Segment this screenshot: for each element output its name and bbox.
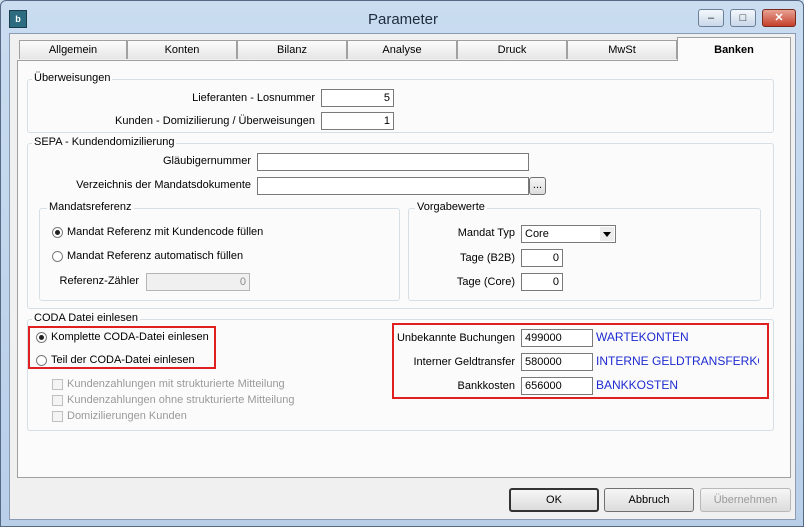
glaeubigernummer-label: Gläubigernummer (162, 155, 251, 167)
uebernehmen-button[interactable]: Übernehmen (700, 488, 791, 512)
checkbox-domizilierungen-label: Domizilierungen Kunden (67, 410, 187, 422)
tage-b2b-input[interactable]: 0 (521, 249, 563, 267)
referenz-zaehler-label: Referenz-Zähler (59, 275, 139, 287)
checkbox-unstrukturiert[interactable] (52, 395, 63, 406)
tage-b2b-label: Tage (B2B) (459, 252, 515, 264)
coda-account-input[interactable]: 499000 (521, 329, 593, 347)
domizilierung-input[interactable]: 1 (321, 112, 394, 130)
coda-account-name: INTERNE GELDTRANSFERKONT (596, 354, 759, 368)
coda-row-label: Bankkosten (457, 380, 515, 392)
coda-row-label: Unbekannte Buchungen (396, 332, 515, 344)
tage-core-label: Tage (Core) (456, 276, 515, 288)
title-bar[interactable]: b Parameter – □ ✕ (1, 1, 803, 35)
coda-account-input[interactable]: 580000 (521, 353, 593, 371)
tab-druck[interactable]: Druck (457, 40, 567, 59)
domizilierung-label: Kunden - Domizilierung / Überweisungen (115, 115, 315, 127)
close-button[interactable]: ✕ (762, 9, 796, 27)
radio-mandat-automatisch[interactable] (52, 251, 63, 262)
group-sepa-legend: SEPA - Kundendomizilierung (32, 136, 177, 148)
verzeichnis-input[interactable] (257, 177, 529, 195)
parameter-window: b Parameter – □ ✕ Allgemein Konten Bilan… (0, 0, 804, 527)
losnummer-label: Lieferanten - Losnummer (192, 92, 315, 104)
losnummer-input[interactable]: 5 (321, 89, 394, 107)
ok-button[interactable]: OK (509, 488, 599, 512)
group-ueberweisungen-legend: Überweisungen (32, 72, 113, 84)
verzeichnis-label: Verzeichnis der Mandatsdokumente (76, 179, 251, 191)
radio-mandat-kundencode[interactable] (52, 227, 63, 238)
mandat-typ-label: Mandat Typ (457, 227, 515, 239)
tab-allgemein[interactable]: Allgemein (19, 40, 127, 59)
window-title: Parameter (367, 11, 439, 28)
checkbox-strukturiert-label: Kundenzahlungen mit strukturierte Mittei… (67, 378, 285, 390)
group-coda-legend: CODA Datei einlesen (32, 312, 140, 324)
tab-konten[interactable]: Konten (127, 40, 237, 59)
browse-button[interactable]: ... (529, 177, 546, 195)
referenz-zaehler-input: 0 (146, 273, 250, 291)
coda-account-name: BANKKOSTEN (596, 378, 679, 392)
radio-coda-teil[interactable] (36, 355, 47, 366)
group-vorgabewerte-legend: Vorgabewerte (415, 201, 487, 213)
maximize-button[interactable]: □ (730, 9, 756, 27)
tab-bilanz[interactable]: Bilanz (237, 40, 347, 59)
checkbox-strukturiert[interactable] (52, 379, 63, 390)
coda-account-input[interactable]: 656000 (521, 377, 593, 395)
coda-row-label: Interner Geldtransfer (413, 356, 516, 368)
abbruch-button[interactable]: Abbruch (604, 488, 694, 512)
mandat-typ-value: Core (525, 228, 549, 240)
radio-coda-komplett[interactable] (36, 332, 47, 343)
glaeubigernummer-input[interactable] (257, 153, 529, 171)
radio-coda-komplett-label: Komplette CODA-Datei einlesen (51, 331, 209, 343)
mandat-typ-select[interactable]: Core (521, 225, 616, 243)
radio-coda-teil-label: Teil der CODA-Datei einlesen (51, 354, 195, 366)
tab-mwst[interactable]: MwSt (567, 40, 677, 59)
coda-account-name: WARTEKONTEN (596, 330, 689, 344)
tage-core-input[interactable]: 0 (521, 273, 563, 291)
chevron-down-icon (600, 227, 614, 241)
radio-mandat-kundencode-label: Mandat Referenz mit Kundencode füllen (67, 226, 264, 238)
minimize-button[interactable]: – (698, 9, 724, 27)
tab-analyse[interactable]: Analyse (347, 40, 457, 59)
tab-banken[interactable]: Banken (677, 37, 791, 61)
group-mandatsreferenz-legend: Mandatsreferenz (47, 201, 134, 213)
checkbox-unstrukturiert-label: Kundenzahlungen ohne strukturierte Mitte… (67, 394, 295, 406)
radio-mandat-automatisch-label: Mandat Referenz automatisch füllen (67, 250, 244, 262)
checkbox-domizilierungen[interactable] (52, 411, 63, 422)
